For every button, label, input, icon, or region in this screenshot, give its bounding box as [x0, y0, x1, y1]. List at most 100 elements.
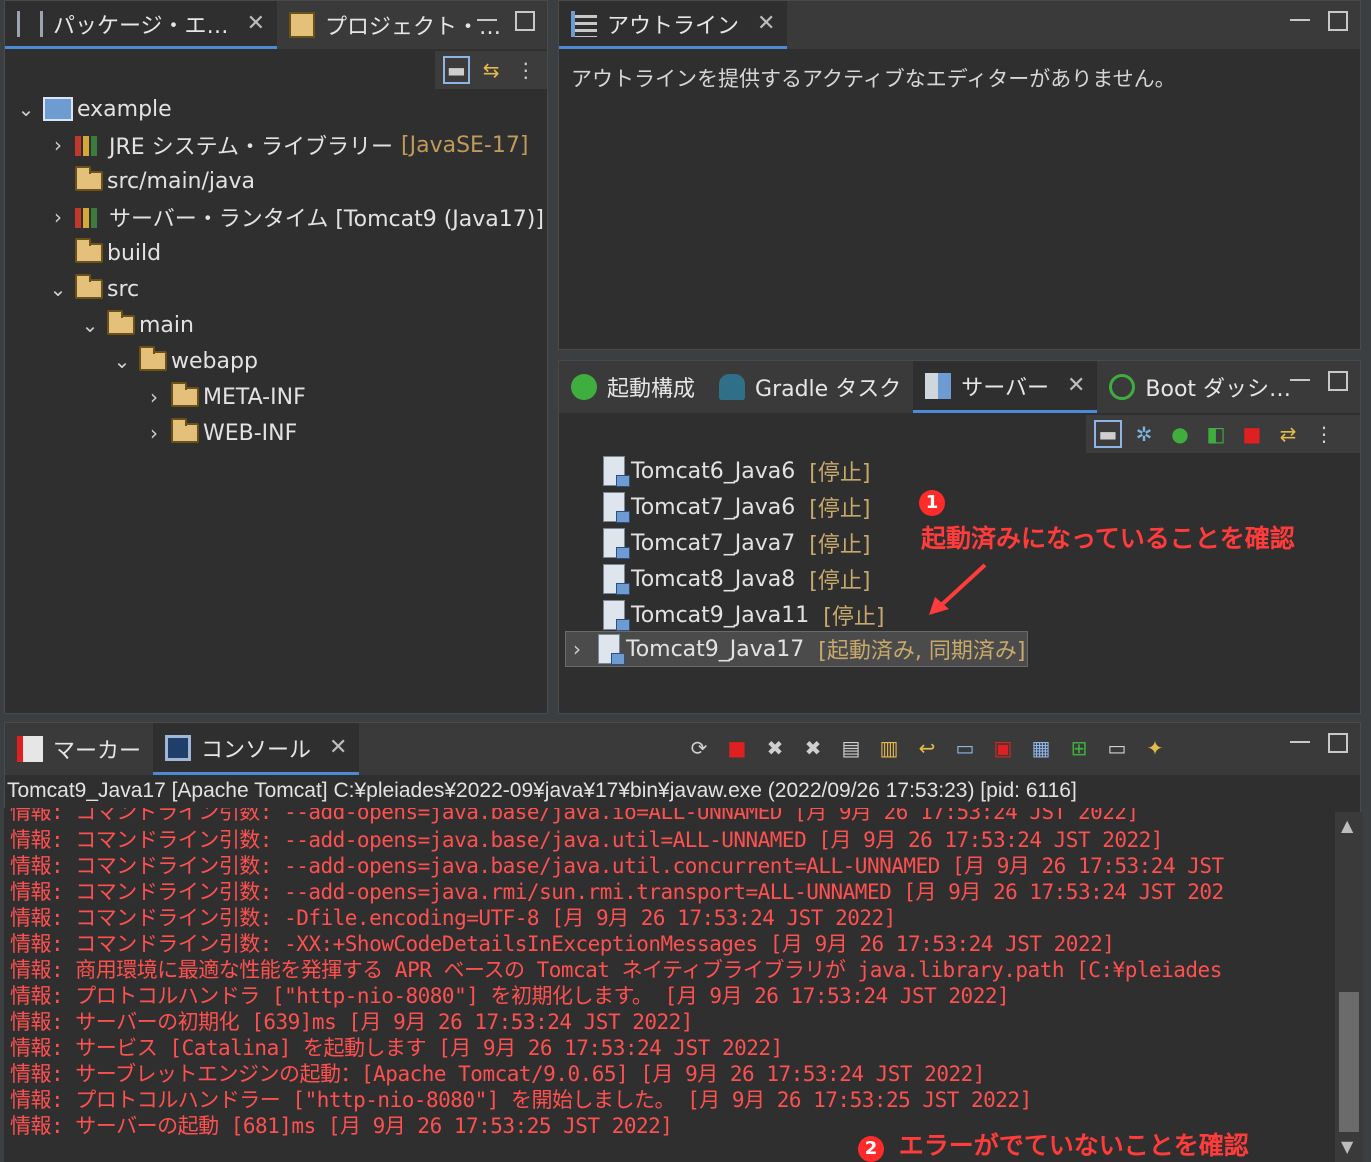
annotation-arrow-icon: [929, 563, 987, 615]
tree-node-webapp[interactable]: ⌄ webapp: [111, 343, 258, 379]
chevron-right-icon[interactable]: ›: [143, 421, 165, 445]
minimize-icon[interactable]: [1290, 11, 1310, 21]
tab-console[interactable]: コンソール ✕: [153, 723, 360, 775]
console-line: 情報: コマンドライン引数: -XX:+ShowCodeDetailsInExc…: [10, 932, 1115, 956]
minimize-icon[interactable]: [1290, 733, 1310, 743]
scroll-lock-icon[interactable]: ▥: [875, 734, 903, 762]
view-menu-icon[interactable]: ⋮: [1310, 420, 1338, 448]
tree-node-src-main-java[interactable]: src/main/java: [69, 163, 255, 199]
tab-outline[interactable]: アウトライン ✕: [559, 1, 788, 49]
folder-icon: [75, 238, 103, 263]
tab-label: コンソール: [201, 737, 312, 763]
open-console-icon[interactable]: ⊞: [1065, 734, 1093, 762]
server-row[interactable]: Tomcat8_Java8 [停止]: [603, 561, 870, 597]
publish-icon[interactable]: ⇄: [1274, 420, 1302, 448]
tree-node-jre[interactable]: › JRE システム・ライブラリー [JavaSE-17]: [47, 127, 528, 163]
show-on-error-icon[interactable]: ▣: [989, 734, 1017, 762]
tab-boot-dashboard[interactable]: Boot ダッシ…: [1097, 361, 1303, 413]
maximize-icon[interactable]: [515, 11, 535, 31]
new-console-icon[interactable]: ✦: [1141, 734, 1169, 762]
show-on-output-icon[interactable]: ▭: [951, 734, 979, 762]
pin-console-icon[interactable]: ▦: [1027, 734, 1055, 762]
scrollbar-thumb[interactable]: [1339, 992, 1359, 1132]
tree-label: main: [139, 312, 194, 338]
run-icon: [571, 374, 597, 400]
folder-icon: [171, 382, 199, 407]
tree-node-meta-inf[interactable]: › META-INF: [143, 379, 306, 415]
tab-label: サーバー: [961, 375, 1049, 401]
remove-all-icon[interactable]: ✖: [799, 734, 827, 762]
console-line: 情報: コマンドライン引数: --add-opens=java.rmi/sun.…: [10, 880, 1224, 904]
maximize-icon[interactable]: [1328, 371, 1348, 391]
collapse-icon[interactable]: ▬: [1094, 420, 1122, 448]
clear-console-icon[interactable]: ▤: [837, 734, 865, 762]
start-server-icon[interactable]: ●: [1166, 420, 1194, 448]
server-row[interactable]: Tomcat9_Java11 [停止]: [603, 597, 884, 633]
server-row[interactable]: Tomcat6_Java6 [停止]: [603, 453, 870, 489]
server-icon: [603, 456, 630, 487]
link-with-editor-icon[interactable]: ⇆: [478, 56, 505, 84]
scroll-down-icon[interactable]: ▼: [1341, 1137, 1353, 1156]
remove-launch-icon[interactable]: ✖: [761, 734, 789, 762]
console-line: 情報: サーブレットエンジンの起動：[Apache Tomcat/9.0.65]…: [10, 1062, 985, 1086]
source-folder-icon: [75, 166, 103, 191]
server-status: [停止]: [823, 605, 885, 630]
tab-package-explorer[interactable]: パッケージ・エ… ✕: [5, 1, 277, 49]
close-icon[interactable]: ✕: [247, 11, 265, 36]
server-row[interactable]: Tomcat7_Java6 [停止]: [603, 489, 870, 525]
package-explorer-icon: [17, 10, 43, 37]
view-menu-icon[interactable]: ⋮: [512, 56, 539, 84]
annotation-number: 1: [919, 489, 945, 516]
tree-label: build: [107, 240, 162, 266]
console-header: Tomcat9_Java17 [Apache Tomcat] C:¥pleiad…: [7, 779, 1077, 802]
profile-server-icon[interactable]: ◧: [1202, 420, 1230, 448]
tree-node-web-inf[interactable]: › WEB-INF: [143, 415, 297, 451]
library-icon: [75, 134, 103, 156]
outline-panel: アウトライン ✕ アウトラインを提供するアクティブなエディターがありません。: [558, 0, 1361, 350]
tree-label: WEB-INF: [203, 420, 298, 446]
stop-server-icon[interactable]: ■: [1238, 420, 1266, 448]
outline-icon: [571, 10, 597, 37]
server-row[interactable]: Tomcat7_Java7 [停止]: [603, 525, 870, 561]
tab-servers[interactable]: サーバー ✕: [913, 361, 1098, 413]
chevron-down-icon[interactable]: ⌄: [111, 349, 133, 373]
chevron-right-icon[interactable]: ›: [47, 133, 69, 157]
chevron-down-icon[interactable]: ⌄: [15, 97, 37, 121]
gradle-elephant-icon: [719, 374, 746, 400]
tree-node-main[interactable]: ⌄ main: [79, 307, 194, 343]
minimize-icon[interactable]: [1290, 371, 1310, 381]
chevron-right-icon[interactable]: ›: [143, 385, 165, 409]
tab-gradle-tasks[interactable]: Gradle タスク: [707, 361, 913, 413]
tree-label: example: [77, 96, 172, 122]
tab-launch-config[interactable]: 起動構成: [559, 361, 707, 413]
collapse-all-icon[interactable]: ▬: [443, 56, 470, 84]
server-row-selected[interactable]: › Tomcat9_Java17 [起動済み, 同期済み]: [565, 631, 1029, 667]
maximize-icon[interactable]: [1328, 11, 1348, 31]
maximize-icon[interactable]: [1328, 733, 1348, 753]
word-wrap-icon[interactable]: ↩: [913, 734, 941, 762]
chevron-down-icon[interactable]: ⌄: [79, 313, 101, 337]
restart-icon[interactable]: ⟳: [685, 734, 713, 762]
console-line: 情報: コマンドライン引数: --add-opens=java.base/jav…: [10, 808, 1139, 824]
window-controls: [1290, 11, 1348, 31]
display-console-icon[interactable]: ▭: [1103, 734, 1131, 762]
debug-icon[interactable]: ✲: [1130, 420, 1158, 448]
chevron-right-icon[interactable]: ›: [566, 637, 588, 661]
tree-node-build[interactable]: build: [69, 235, 161, 271]
tree-node-server-runtime[interactable]: › サーバー・ランタイム [Tomcat9 (Java17)]: [47, 199, 544, 235]
tree-node-src[interactable]: ⌄ src: [47, 271, 139, 307]
scroll-up-icon[interactable]: ▲: [1341, 816, 1353, 835]
close-icon[interactable]: ✕: [1067, 373, 1085, 398]
server-status: [停止]: [809, 533, 871, 558]
console-output[interactable]: 情報: コマンドライン引数: --add-opens=java.base/jav…: [4, 808, 1359, 1162]
terminate-icon[interactable]: ■: [723, 734, 751, 762]
close-icon[interactable]: ✕: [757, 11, 775, 36]
minimize-icon[interactable]: [477, 11, 497, 21]
close-icon[interactable]: ✕: [329, 735, 347, 760]
tab-markers[interactable]: マーカー: [5, 723, 153, 775]
server-name: Tomcat7_Java7: [631, 530, 796, 556]
chevron-down-icon[interactable]: ⌄: [47, 277, 69, 301]
chevron-right-icon[interactable]: ›: [47, 205, 69, 229]
tree-node-example[interactable]: ⌄ example: [15, 91, 172, 127]
console-scrollbar[interactable]: ▲ ▼: [1335, 812, 1363, 1162]
